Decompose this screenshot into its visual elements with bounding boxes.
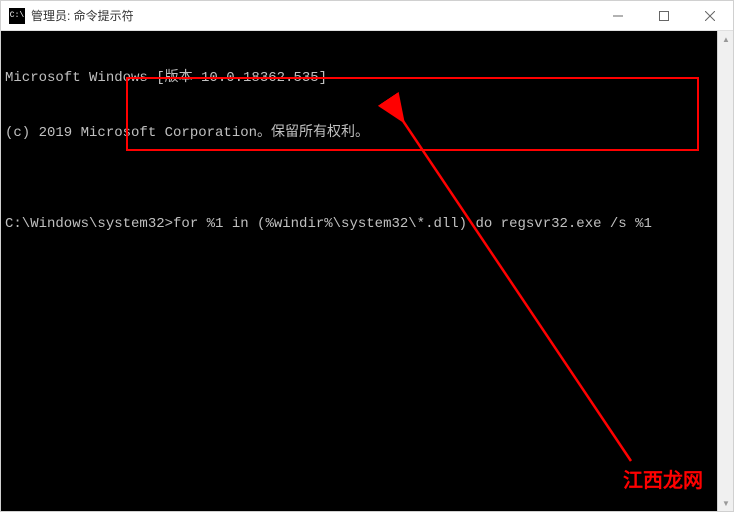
titlebar[interactable]: C:\ 管理员: 命令提示符 <box>1 1 733 31</box>
close-button[interactable] <box>687 1 733 30</box>
terminal-line-copyright: (c) 2019 Microsoft Corporation。保留所有权利。 <box>5 124 729 142</box>
maximize-button[interactable] <box>641 1 687 30</box>
window-controls <box>595 1 733 30</box>
watermark-text: 江西龙网 <box>623 464 703 493</box>
window-title: 管理员: 命令提示符 <box>31 7 595 24</box>
terminal-line-version: Microsoft Windows [版本 10.0.18362.535] <box>5 69 729 87</box>
cmd-window: C:\ 管理员: 命令提示符 Microsoft Windows [版本 10.… <box>0 0 734 512</box>
scrollbar-up-arrow-icon[interactable]: ▲ <box>718 31 734 47</box>
cmd-icon: C:\ <box>9 8 25 24</box>
minimize-button[interactable] <box>595 1 641 30</box>
scrollbar-down-arrow-icon[interactable]: ▼ <box>718 495 734 511</box>
terminal-line-prompt: C:\Windows\system32>for %1 in (%windir%\… <box>5 215 729 233</box>
prompt-text: C:\Windows\system32> <box>5 216 173 232</box>
vertical-scrollbar[interactable]: ▲ ▼ <box>717 31 733 511</box>
command-text: for %1 in (%windir%\system32\*.dll) do r… <box>173 216 652 232</box>
terminal-body[interactable]: Microsoft Windows [版本 10.0.18362.535] (c… <box>1 31 733 511</box>
